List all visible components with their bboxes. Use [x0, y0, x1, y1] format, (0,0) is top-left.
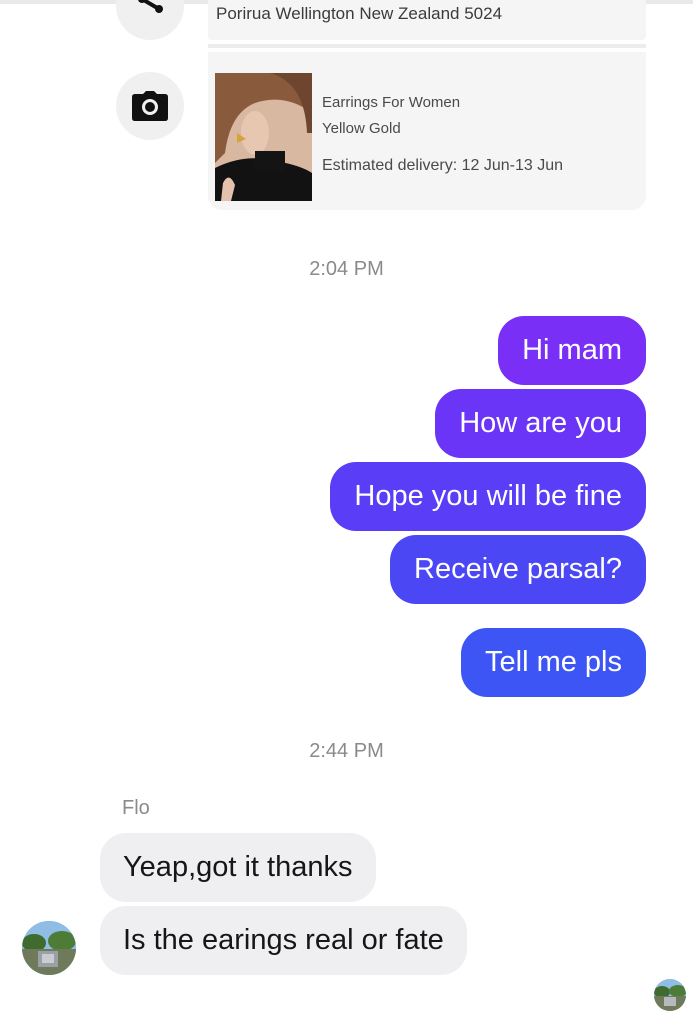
- outgoing-message[interactable]: Hope you will be fine: [330, 462, 646, 531]
- outgoing-message[interactable]: How are you: [435, 389, 646, 458]
- incoming-message[interactable]: Yeap,got it thanks: [100, 833, 376, 902]
- sender-name: Flo: [122, 797, 150, 819]
- camera-button[interactable]: [116, 72, 184, 140]
- product-name: Earrings For Women: [322, 94, 461, 111]
- outgoing-message[interactable]: Hi mam: [498, 316, 646, 385]
- read-receipt-avatar: [654, 979, 686, 1011]
- shipping-address-card: Porirua Wellington New Zealand 5024: [208, 0, 646, 40]
- order-product-card[interactable]: Earrings For Women Yellow Gold Estimated…: [208, 52, 646, 210]
- share-button[interactable]: [116, 0, 184, 40]
- incoming-message[interactable]: Is the earings real or fate: [100, 906, 467, 975]
- chat-screen: Porirua Wellington New Zealand 5024 Earr…: [0, 0, 693, 1024]
- card-divider: [208, 44, 646, 48]
- outgoing-message[interactable]: Receive parsal?: [390, 535, 646, 604]
- product-variant: Yellow Gold: [322, 120, 401, 137]
- share-icon: [138, 0, 163, 13]
- estimated-delivery: Estimated delivery: 12 Jun-13 Jun: [322, 157, 564, 174]
- shipping-address: Porirua Wellington New Zealand 5024: [216, 4, 503, 23]
- outgoing-message[interactable]: Tell me pls: [461, 628, 646, 697]
- message-timestamp: 2:44 PM: [309, 740, 384, 762]
- product-thumbnail[interactable]: [215, 73, 312, 201]
- sender-avatar[interactable]: [22, 921, 76, 975]
- camera-icon: [132, 91, 168, 121]
- message-timestamp: 2:04 PM: [309, 258, 384, 280]
